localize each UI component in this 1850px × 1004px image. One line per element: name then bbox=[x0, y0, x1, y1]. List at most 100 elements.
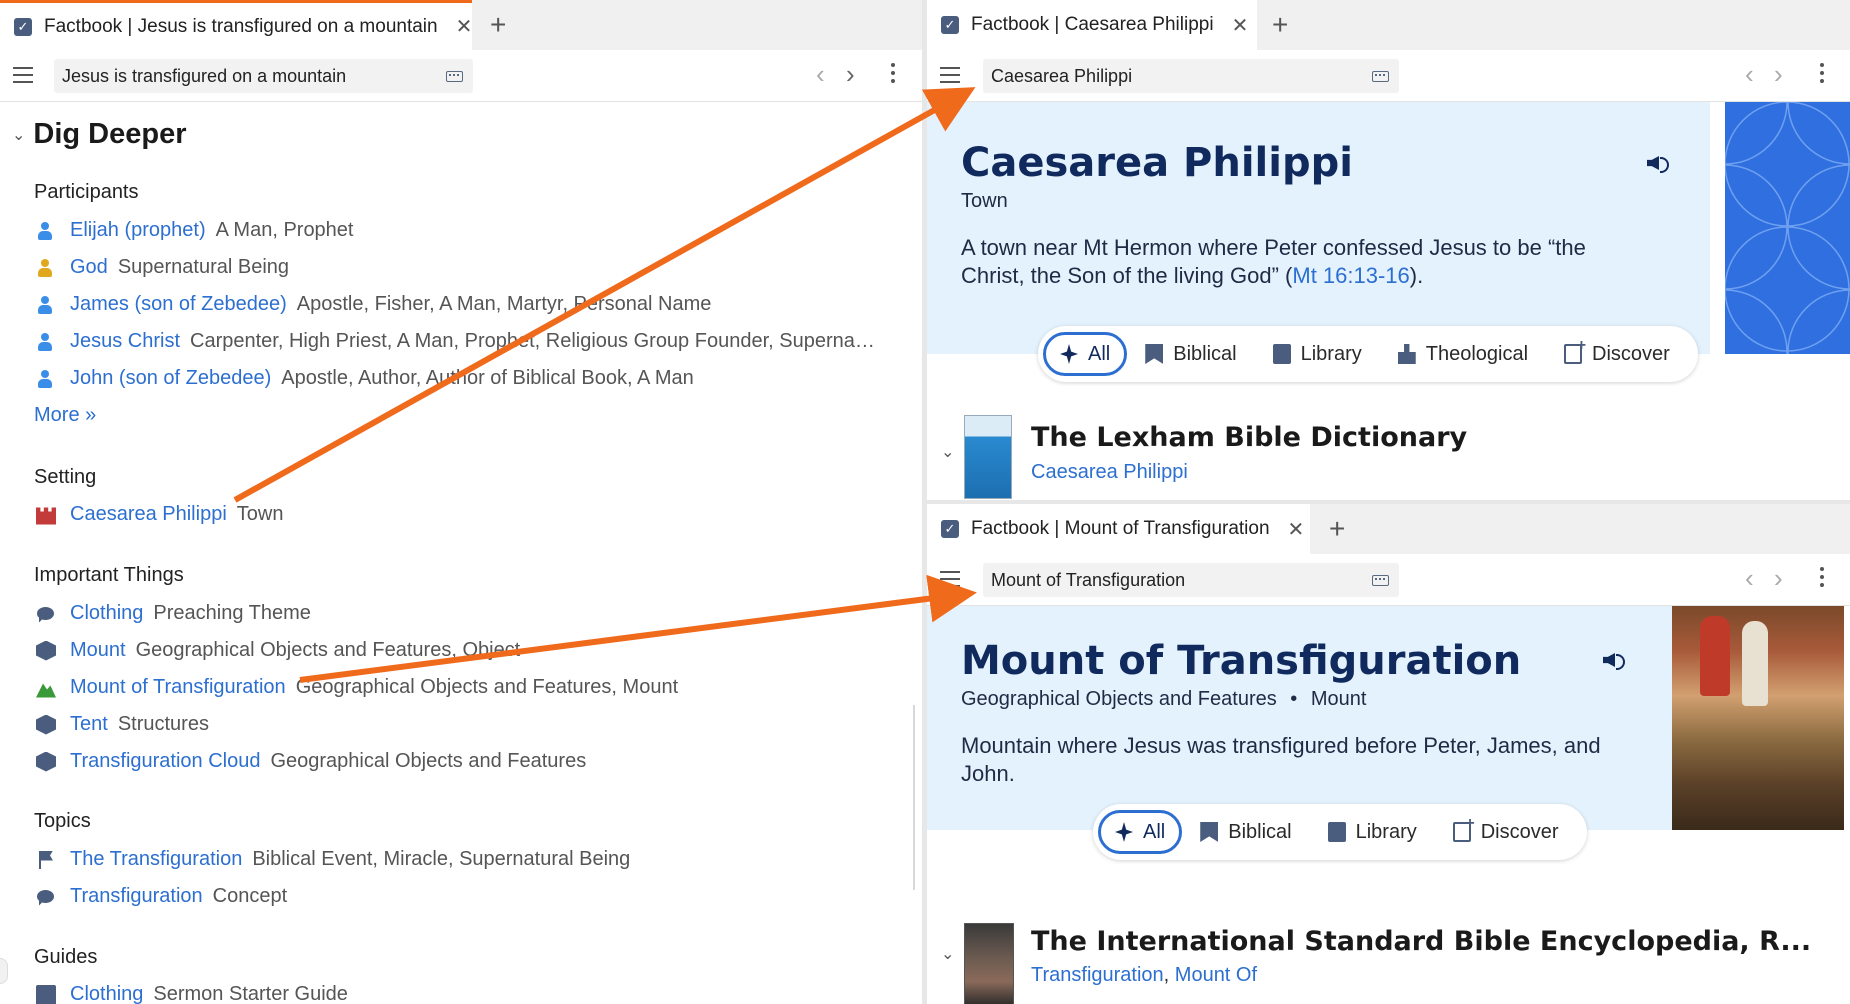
filter-label: Biblical bbox=[1173, 342, 1237, 365]
filter-discover[interactable]: Discover bbox=[1546, 332, 1688, 376]
speaker-icon[interactable] bbox=[1603, 649, 1627, 671]
keyboard-icon[interactable] bbox=[1372, 71, 1389, 82]
add-tab-icon[interactable]: + bbox=[1272, 8, 1288, 42]
back-icon[interactable]: ‹ bbox=[1745, 564, 1754, 592]
filter-bar: All Biblical Library Discover bbox=[1093, 804, 1587, 860]
entity-link[interactable]: Transfiguration bbox=[70, 885, 203, 908]
subtitle-separator: , bbox=[1163, 964, 1175, 986]
entity-link[interactable]: Jesus Christ bbox=[70, 330, 180, 353]
entity-link[interactable]: Mount bbox=[70, 639, 126, 662]
tab-mount-of-transfiguration[interactable]: ✓ Factbook | Mount of Transfiguration ✕ bbox=[927, 504, 1310, 554]
back-icon[interactable]: ‹ bbox=[1745, 60, 1754, 88]
filter-biblical[interactable]: Biblical bbox=[1127, 332, 1254, 376]
entity-link[interactable]: John (son of Zebedee) bbox=[70, 367, 271, 390]
headword-link[interactable]: Mount Of bbox=[1175, 964, 1257, 986]
add-tab-icon[interactable]: + bbox=[1329, 512, 1345, 546]
hero-title: Mount of Transfiguration bbox=[961, 638, 1522, 684]
filter-biblical[interactable]: Biblical bbox=[1182, 810, 1309, 854]
menu-icon[interactable] bbox=[940, 571, 960, 587]
add-tab-icon[interactable]: + bbox=[490, 8, 506, 42]
address-field[interactable]: Caesarea Philippi bbox=[983, 59, 1399, 93]
entity-link[interactable]: Clothing bbox=[70, 602, 143, 625]
back-icon[interactable]: ‹ bbox=[816, 60, 825, 88]
entity-description: Preaching Theme bbox=[153, 602, 311, 624]
theological-icon bbox=[1397, 344, 1416, 364]
entity-link[interactable]: Tent bbox=[70, 713, 108, 736]
filter-label: Discover bbox=[1480, 820, 1559, 843]
cube-icon bbox=[36, 640, 56, 661]
entity-description: Geographical Objects and Features bbox=[270, 750, 587, 772]
filter-all[interactable]: All bbox=[1098, 810, 1183, 854]
more-options-icon[interactable] bbox=[1820, 63, 1824, 87]
filter-theological[interactable]: Theological bbox=[1380, 332, 1546, 376]
person-icon bbox=[36, 221, 56, 241]
menu-icon[interactable] bbox=[13, 67, 33, 83]
panel-handle[interactable] bbox=[0, 958, 8, 984]
keyboard-icon[interactable] bbox=[446, 71, 463, 82]
filter-bar: All Biblical Library Theological Discove… bbox=[1038, 326, 1698, 382]
entity-link[interactable]: Caesarea Philippi bbox=[70, 503, 227, 526]
headword-link[interactable]: Caesarea Philippi bbox=[1031, 461, 1188, 483]
forward-icon[interactable]: › bbox=[846, 60, 855, 88]
dig-deeper-title: Dig Deeper bbox=[33, 118, 187, 150]
entity-description: Geographical Objects and Features, Mount bbox=[295, 676, 679, 698]
address-field[interactable]: Mount of Transfiguration bbox=[983, 563, 1399, 597]
chevron-down-icon[interactable]: ⌄ bbox=[941, 944, 954, 964]
forward-icon[interactable]: › bbox=[1774, 60, 1783, 88]
close-icon[interactable]: ✕ bbox=[1288, 517, 1305, 542]
close-icon[interactable]: ✕ bbox=[1232, 13, 1249, 38]
hero-type: Geographical Objects and Features • Moun… bbox=[961, 688, 1366, 711]
chevron-down-icon[interactable]: ⌄ bbox=[12, 125, 25, 145]
more-options-icon[interactable] bbox=[891, 63, 895, 87]
close-icon[interactable]: ✕ bbox=[456, 14, 473, 39]
address-field[interactable]: Jesus is transfigured on a mountain bbox=[54, 59, 473, 93]
dig-deeper-header[interactable]: ⌄ Dig Deeper bbox=[12, 118, 187, 151]
sparkle-icon bbox=[1060, 344, 1078, 364]
entity-description: Geographical Objects and Features, Objec… bbox=[135, 639, 521, 661]
entity-link[interactable]: Mount of Transfiguration bbox=[70, 676, 286, 699]
entity-link[interactable]: The Transfiguration bbox=[70, 848, 242, 871]
headword-link[interactable]: Transfiguration bbox=[1031, 964, 1164, 986]
scripture-link[interactable]: Mt 16:13-16 bbox=[1292, 263, 1409, 288]
filter-label: Library bbox=[1355, 820, 1417, 843]
forward-icon[interactable]: › bbox=[1774, 564, 1783, 592]
person-icon bbox=[36, 295, 56, 315]
entity-link[interactable]: Transfiguration Cloud bbox=[70, 750, 260, 773]
pattern-image bbox=[1725, 102, 1850, 354]
hero-title: Caesarea Philippi bbox=[961, 140, 1353, 186]
bookmark-icon bbox=[1145, 344, 1164, 364]
tab-caesarea-philippi[interactable]: ✓ Factbook | Caesarea Philippi ✕ bbox=[927, 0, 1257, 50]
more-options-icon[interactable] bbox=[1820, 567, 1824, 591]
resource-result[interactable]: ⌄ The Lexham Bible Dictionary Caesarea P… bbox=[927, 412, 1710, 502]
tab-checkbox-icon: ✓ bbox=[941, 520, 959, 538]
resource-subtitle: Transfiguration, Mount Of bbox=[1031, 964, 1257, 987]
entity-link[interactable]: James (son of Zebedee) bbox=[70, 293, 287, 316]
tab-jesus-transfigured[interactable]: ✓ Factbook | Jesus is transfigured on a … bbox=[0, 0, 472, 50]
filter-all[interactable]: All bbox=[1043, 332, 1128, 376]
entity-description: Apostle, Fisher, A Man, Martyr, Personal… bbox=[296, 293, 712, 315]
scrollbar[interactable] bbox=[913, 705, 915, 890]
more-participants-link[interactable]: More » bbox=[34, 404, 96, 427]
left-pane: ✓ Factbook | Jesus is transfigured on a … bbox=[0, 0, 922, 1004]
list-item: Mount Geographical Objects and Features,… bbox=[36, 639, 520, 662]
list-item: Jesus Christ Carpenter, High Priest, A M… bbox=[36, 330, 875, 353]
resource-result[interactable]: ⌄ The International Standard Bible Encyc… bbox=[927, 916, 1811, 1004]
entity-description: Apostle, Author, Author of Biblical Book… bbox=[281, 367, 694, 389]
keyboard-icon[interactable] bbox=[1372, 575, 1389, 586]
address-text: Jesus is transfigured on a mountain bbox=[62, 66, 347, 86]
speaker-icon[interactable] bbox=[1647, 152, 1671, 174]
entity-link[interactable]: Elijah (prophet) bbox=[70, 219, 206, 242]
filter-label: Biblical bbox=[1228, 820, 1292, 843]
tab-title: Factbook | Mount of Transfiguration bbox=[971, 518, 1270, 539]
person-icon bbox=[36, 369, 56, 389]
filter-library[interactable]: Library bbox=[1310, 810, 1435, 854]
filter-library[interactable]: Library bbox=[1255, 332, 1380, 376]
chevron-down-icon[interactable]: ⌄ bbox=[941, 442, 954, 462]
entity-link[interactable]: Clothing bbox=[70, 983, 143, 1004]
tab-title: Factbook | Caesarea Philippi bbox=[971, 14, 1214, 35]
sparkle-icon bbox=[1115, 822, 1133, 842]
menu-icon[interactable] bbox=[940, 67, 960, 83]
circle-pattern-icon bbox=[1725, 102, 1850, 354]
filter-discover[interactable]: Discover bbox=[1435, 810, 1577, 854]
entity-link[interactable]: God bbox=[70, 256, 108, 279]
